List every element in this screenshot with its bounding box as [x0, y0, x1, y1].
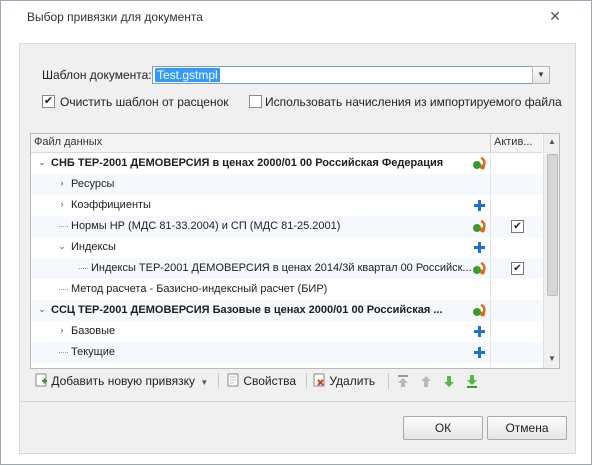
title-bar: Выбор привязки для документа ✕ [1, 1, 591, 31]
properties-label: Свойства [243, 374, 297, 388]
tree-connector [59, 226, 68, 227]
tree-row[interactable]: Индексы ТЕР-2001 ДЕМОВЕРСИЯ в ценах 2014… [31, 258, 542, 279]
properties-button[interactable]: Свойства [226, 372, 296, 390]
tree-row-label: Коэффициенты [71, 199, 151, 211]
gear-link-icon[interactable] [472, 261, 487, 276]
column-header-file[interactable]: Файл данных [34, 136, 102, 148]
tree-row[interactable]: › Базовые [31, 321, 542, 342]
tree-connector [79, 268, 88, 269]
delete-icon [313, 373, 325, 387]
move-top-icon[interactable] [396, 374, 410, 392]
plus-icon[interactable] [472, 198, 487, 213]
window-title: Выбор привязки для документа [27, 10, 203, 24]
toolbar-separator [388, 373, 389, 389]
dialog-window: Выбор привязки для документа ✕ Шаблон до… [0, 0, 592, 465]
close-icon[interactable]: ✕ [548, 9, 562, 23]
active-checkbox[interactable]: ✔ [511, 220, 524, 233]
column-divider [490, 152, 491, 368]
active-checkbox[interactable]: ✔ [511, 262, 524, 275]
plus-icon[interactable] [472, 240, 487, 255]
collapse-icon[interactable]: ⌄ [37, 157, 47, 167]
footer-divider [20, 401, 575, 402]
bottom-toolbar: Добавить новую привязку ▼ Свойства Удали… [30, 369, 558, 393]
move-up-icon[interactable] [419, 374, 433, 392]
tree-row-label: Текущие [71, 346, 115, 358]
expand-icon[interactable]: › [57, 199, 67, 209]
scroll-up-icon[interactable]: ▲ [547, 137, 557, 147]
tree-row-label: Индексы [71, 241, 116, 253]
add-binding-button[interactable]: Добавить новую привязку ▼ [34, 372, 208, 390]
tree-row-label: ССЦ ТЕР-2001 ДЕМОВЕРСИЯ Базовые в ценах … [51, 304, 443, 316]
expand-icon[interactable]: › [57, 178, 67, 188]
template-combo[interactable]: Test.gstmpl [152, 66, 550, 84]
toolbar-separator [218, 373, 219, 389]
tree-row[interactable]: Метод расчета - Базисно-индексный расчет… [31, 279, 542, 300]
dropdown-arrow-icon[interactable]: ▼ [200, 378, 208, 387]
use-import-label[interactable]: Использовать начисления из импортируемог… [265, 95, 562, 109]
delete-button[interactable]: Удалить [312, 372, 375, 390]
tree-row[interactable]: Нормы НР (МДС 81-33.2004) и СП (МДС 81-2… [31, 216, 542, 237]
toolbar-separator [306, 373, 307, 389]
add-doc-icon [35, 373, 47, 387]
tree-connector [59, 352, 68, 353]
scroll-thumb[interactable] [547, 154, 558, 296]
tree-row-label: Индексы ТЕР-2001 ДЕМОВЕРСИЯ в ценах 2014… [91, 262, 472, 274]
plus-icon[interactable] [472, 324, 487, 339]
chevron-down-icon[interactable]: ▼ [532, 66, 550, 84]
tree-row[interactable]: › Ресурсы [31, 174, 542, 195]
gear-link-icon[interactable] [472, 156, 487, 171]
move-down-icon[interactable] [442, 374, 456, 392]
scroll-down-icon[interactable]: ▼ [547, 354, 557, 364]
collapse-icon[interactable]: ⌄ [37, 304, 47, 314]
grid-header: Файл данных Актив... [31, 134, 542, 153]
collapse-icon[interactable]: ⌄ [57, 241, 67, 251]
column-separator[interactable] [490, 134, 491, 152]
vertical-scrollbar[interactable]: ▲ ▼ [543, 134, 559, 368]
clear-template-label[interactable]: Очистить шаблон от расценок [60, 95, 229, 109]
clear-template-checkbox[interactable]: ✔ [42, 95, 55, 108]
template-label: Шаблон документа: [42, 68, 152, 82]
properties-icon [227, 373, 239, 387]
tree-row-label: Ресурсы [71, 178, 115, 190]
tree-row-label: Метод расчета - Базисно-индексный расчет… [71, 283, 328, 295]
cancel-button[interactable]: Отмена [487, 416, 567, 440]
tree-row-label: Нормы НР (МДС 81-33.2004) и СП (МДС 81-2… [71, 220, 341, 232]
use-import-checkbox[interactable] [249, 95, 262, 108]
template-value: Test.gstmpl [155, 68, 220, 82]
delete-label: Удалить [329, 374, 376, 388]
plus-icon[interactable] [472, 345, 487, 360]
tree-row[interactable]: ⌄ ССЦ ТЕР-2001 ДЕМОВЕРСИЯ Базовые в ценах… [31, 300, 542, 321]
column-header-active[interactable]: Актив... [494, 136, 532, 148]
gear-link-icon[interactable] [472, 219, 487, 234]
tree-row[interactable]: ⌄ Индексы [31, 237, 542, 258]
expand-icon[interactable]: › [57, 325, 67, 335]
tree-row-label: СНБ ТЕР-2001 ДЕМОВЕРСИЯ в ценах 2000/01 … [51, 157, 444, 169]
tree-row[interactable]: › Коэффициенты [31, 195, 542, 216]
tree-row-label: Базовые [71, 325, 116, 337]
tree-row[interactable]: ⌄ СНБ ТЕР-2001 ДЕМОВЕРСИЯ в ценах 2000/01… [31, 153, 542, 174]
add-binding-label: Добавить новую привязку [51, 374, 195, 388]
tree-row[interactable]: Текущие [31, 342, 542, 363]
dialog-body: Шаблон документа: Test.gstmpl ▼ ✔ Очисти… [19, 43, 576, 454]
tree-connector [59, 289, 68, 290]
data-tree-grid[interactable]: Файл данных Актив... ⌄ СНБ ТЕР-2001 ДЕМОВ… [30, 133, 560, 369]
gear-link-icon[interactable] [472, 303, 487, 318]
ok-button[interactable]: ОК [403, 416, 483, 440]
move-bottom-icon[interactable] [465, 374, 479, 392]
